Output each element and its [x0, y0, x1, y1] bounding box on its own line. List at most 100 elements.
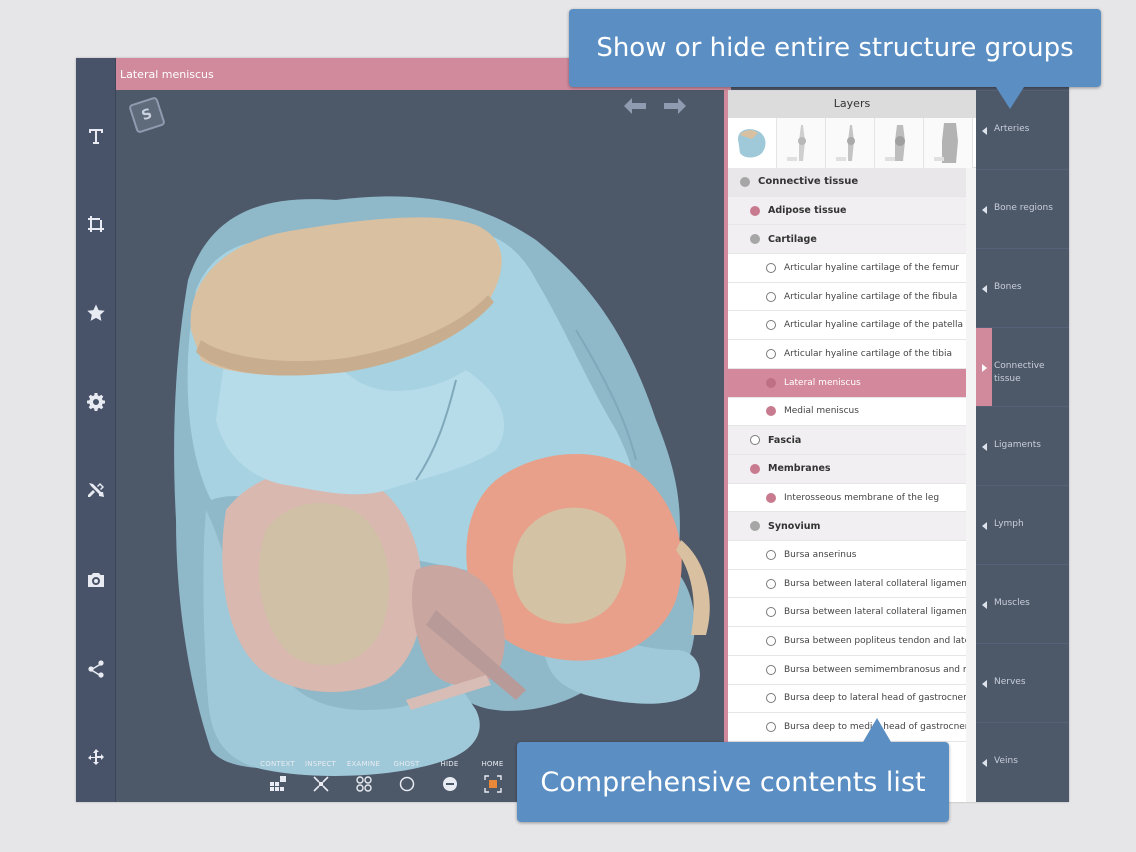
layer-thumb-2[interactable]	[777, 118, 826, 168]
layer-item-row[interactable]: Bursa anserinus	[728, 541, 966, 570]
layer-subgroup-row[interactable]: Membranes	[728, 455, 966, 484]
layer-subgroup-row[interactable]: Adipose tissue	[728, 196, 966, 226]
group-tab[interactable]: Veins	[976, 722, 1069, 801]
layer-label: Articular hyaline cartilage of the tibia	[784, 349, 953, 360]
layer-item-row[interactable]: Bursa between lateral collateral ligamen…	[728, 598, 966, 628]
callout-structure-groups: Show or hide entire structure groups	[569, 9, 1101, 109]
layer-label: Synovium	[768, 520, 821, 532]
visibility-toggle-icon[interactable]	[766, 349, 776, 360]
layer-item-row[interactable]: Bursa between semimembranosus and m	[728, 655, 966, 685]
visibility-toggle-icon[interactable]	[766, 693, 776, 704]
visibility-toggle-icon[interactable]	[766, 607, 776, 618]
layer-item-row[interactable]: Articular hyaline cartilage of the fibul…	[728, 282, 966, 312]
visibility-toggle-icon[interactable]	[766, 262, 776, 273]
group-tab[interactable]: Connective tissue	[976, 327, 1069, 407]
layer-label: Bursa between semimembranosus and m	[784, 664, 966, 675]
expand-arrow-icon	[982, 443, 987, 451]
visibility-toggle-icon[interactable]	[766, 636, 776, 647]
group-tab[interactable]: Nerves	[976, 643, 1069, 722]
layer-group-row[interactable]: Connective tissue	[728, 168, 966, 197]
layer-item-row[interactable]: Medial meniscus	[728, 397, 966, 427]
visibility-toggle-icon[interactable]	[740, 176, 750, 187]
visibility-toggle-icon[interactable]	[766, 578, 776, 589]
visibility-toggle-icon[interactable]	[750, 435, 760, 446]
expand-arrow-icon	[982, 522, 987, 530]
inspect-icon	[311, 774, 331, 794]
layers-header: Layers	[728, 90, 976, 118]
layer-subgroup-row[interactable]: Fascia	[728, 426, 966, 455]
expand-arrow-icon	[982, 206, 987, 214]
layer-label: Interosseous membrane of the leg	[784, 492, 940, 503]
layer-item-row[interactable]: Articular hyaline cartilage of the tibia	[728, 340, 966, 369]
layer-item-row[interactable]: Bursa deep to medial head of gastrocnem	[728, 713, 966, 742]
layer-label: Bursa deep to lateral head of gastrocnem	[784, 693, 966, 704]
mode-context[interactable]: CONTEXT	[256, 760, 299, 802]
view-mode-bar: CONTEXT INSPECT EXAMINE GHOST HIDE HOME	[256, 760, 557, 802]
visibility-toggle-icon[interactable]	[766, 377, 776, 388]
layer-item-row[interactable]: Bursa between popliteus tendon and late	[728, 627, 966, 656]
group-label: Bone regions	[994, 203, 1053, 213]
layer-thumb-1[interactable]	[728, 118, 777, 168]
selected-structure-title: Lateral meniscus	[120, 68, 214, 81]
visibility-toggle-icon[interactable]	[766, 291, 776, 302]
mode-inspect[interactable]: INSPECT	[299, 760, 342, 802]
knee-3d-model[interactable]	[116, 90, 731, 802]
mode-ghost[interactable]: GHOST	[385, 760, 428, 802]
structure-groups-panel: Arteries Bone regions Bones Connective tiss…	[976, 90, 1069, 802]
layer-item-row[interactable]: Articular hyaline cartilage of the patel…	[728, 311, 966, 341]
layer-subgroup-row[interactable]: Cartilage	[728, 225, 966, 255]
layer-item-row[interactable]: Interosseous membrane of the leg	[728, 483, 966, 513]
layer-label: Bursa between popliteus tendon and late	[784, 636, 966, 647]
visibility-toggle-icon[interactable]	[766, 722, 776, 733]
visibility-toggle-icon[interactable]	[750, 205, 760, 216]
tools-icon[interactable]	[82, 477, 110, 505]
group-tab[interactable]: Muscles	[976, 564, 1069, 643]
callout-top-text: Show or hide entire structure groups	[596, 33, 1074, 63]
visibility-toggle-icon[interactable]	[766, 549, 776, 560]
layer-item-row[interactable]: Lateral meniscus	[728, 368, 966, 398]
mode-home[interactable]: HOME	[471, 760, 514, 802]
layer-item-row[interactable]: Bursa between lateral collateral ligamen…	[728, 569, 966, 599]
group-tab[interactable]: Ligaments	[976, 406, 1069, 485]
share-icon[interactable]	[82, 655, 110, 683]
layer-item-row[interactable]: Bursa deep to lateral head of gastrocnem	[728, 684, 966, 714]
group-tab[interactable]: Bones	[976, 248, 1069, 327]
visibility-toggle-icon[interactable]	[766, 492, 776, 503]
visibility-toggle-icon[interactable]	[750, 521, 760, 532]
layer-label: Adipose tissue	[768, 205, 847, 217]
gear-icon[interactable]	[82, 388, 110, 416]
camera-icon[interactable]	[82, 566, 110, 594]
contents-list[interactable]: Connective tissue Adipose tissue Cartilage…	[728, 168, 976, 802]
layer-label: Membranes	[768, 463, 831, 475]
star-icon[interactable]	[82, 299, 110, 327]
layer-thumb-4[interactable]	[875, 118, 924, 168]
forward-arrow-icon[interactable]	[664, 98, 686, 114]
layer-label: Articular hyaline cartilage of the patel…	[784, 320, 964, 331]
mode-hide[interactable]: HIDE	[428, 760, 471, 802]
layer-thumb-3[interactable]	[826, 118, 875, 168]
model-viewer[interactable]: S CONTEXT INSPECT EXAMINE GHOST HIDE HOM…	[116, 90, 731, 802]
text-tool-icon[interactable]	[82, 122, 110, 150]
expand-arrow-icon	[982, 601, 987, 609]
expand-arrow-icon	[982, 285, 987, 293]
mode-examine[interactable]: EXAMINE	[342, 760, 385, 802]
group-tab[interactable]: Lymph	[976, 485, 1069, 564]
visibility-toggle-icon[interactable]	[750, 234, 760, 245]
group-tab[interactable]: Bone regions	[976, 169, 1069, 248]
visibility-toggle-icon[interactable]	[766, 664, 776, 675]
visibility-toggle-icon[interactable]	[766, 406, 776, 417]
visibility-toggle-icon[interactable]	[750, 463, 760, 474]
layer-subgroup-row[interactable]: Synovium	[728, 512, 966, 542]
layers-title: Layers	[833, 97, 871, 110]
expand-arrow-icon	[982, 680, 987, 688]
knee-thumbnail-icon	[738, 129, 766, 158]
layer-thumb-5[interactable]	[924, 118, 973, 168]
leg-thumbnail-icon	[787, 125, 806, 161]
layer-label: Connective tissue	[758, 176, 859, 188]
back-arrow-icon[interactable]	[624, 98, 646, 114]
move-icon[interactable]	[82, 744, 110, 772]
crop-icon[interactable]	[82, 210, 110, 238]
layer-item-row[interactable]: Articular hyaline cartilage of the femur	[728, 254, 966, 283]
contents-scrollbar[interactable]	[966, 168, 976, 802]
visibility-toggle-icon[interactable]	[766, 320, 776, 331]
